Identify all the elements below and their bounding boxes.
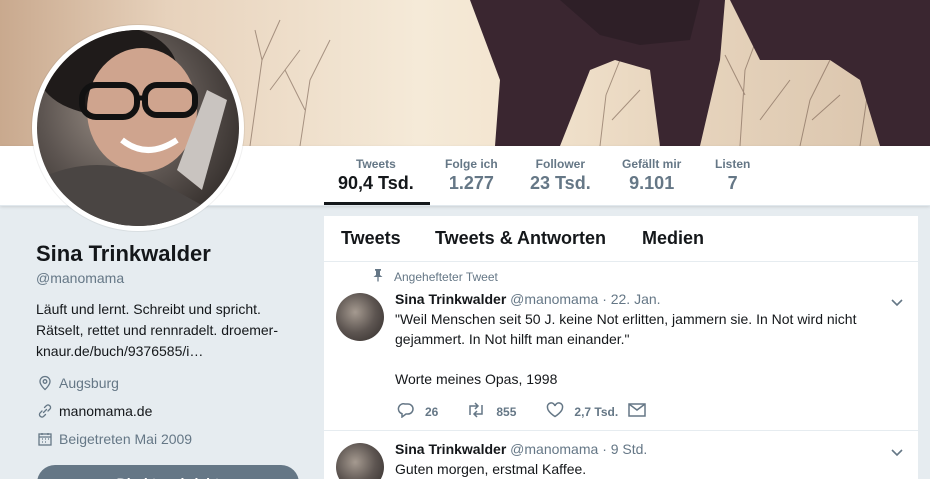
tab-media[interactable]: Medien <box>642 228 704 249</box>
tweet-header: Sina Trinkwalder @manomama · 22. Jan. <box>395 291 661 307</box>
retweet-button[interactable]: 855 <box>466 402 516 421</box>
stat-value: 1.277 <box>448 173 494 193</box>
tweet-text: Guten morgen, erstmal Kaffee. <box>395 461 587 477</box>
stat-value: 7 <box>727 173 738 193</box>
like-button[interactable]: 2,7 Tsd. <box>546 402 618 421</box>
retweet-count: 855 <box>496 404 517 419</box>
profile-location: Augsburg <box>36 374 119 392</box>
link-icon <box>36 402 54 420</box>
tweet-handle[interactable]: @manomama <box>510 291 598 307</box>
location-icon <box>36 374 54 392</box>
profile-name[interactable]: Sina Trinkwalder <box>36 240 306 268</box>
stat-label: Folge ich <box>445 157 498 171</box>
tweet-text: "Weil Menschen seit 50 J. keine Not erli… <box>395 311 857 387</box>
profile-avatar[interactable] <box>32 25 244 231</box>
tweet-avatar[interactable] <box>336 293 384 341</box>
stat-value: 23 Tsd. <box>530 173 591 193</box>
stat-likes[interactable]: Gefällt mir 9.101 <box>622 156 681 194</box>
calendar-icon <box>36 430 54 448</box>
profile-handle[interactable]: @manomama <box>36 270 306 286</box>
profile-bio: Läuft und lernt. Schreibt und spricht. R… <box>36 301 279 359</box>
timeline: Tweets Tweets & Antworten Medien Angehef… <box>324 216 918 479</box>
stat-label: Follower <box>535 157 586 171</box>
tweet-time[interactable]: · 9 Std. <box>602 441 647 457</box>
chevron-down-icon[interactable] <box>890 445 904 459</box>
avatar-image <box>37 30 239 226</box>
reply-count: 26 <box>425 404 439 419</box>
stat-label: Gefällt mir <box>622 157 682 171</box>
like-icon <box>546 402 564 421</box>
joined-text: Beigetreten Mai 2009 <box>59 431 193 447</box>
chevron-down-icon[interactable] <box>890 295 904 309</box>
tweet[interactable]: Angehefteter Tweet Sina Trinkwalder @man… <box>324 262 918 431</box>
stat-following[interactable]: Folge ich 1.277 <box>445 156 498 194</box>
reply-icon <box>397 402 415 421</box>
stat-followers[interactable]: Follower 23 Tsd. <box>530 156 591 194</box>
stat-label: Tweets <box>355 157 396 171</box>
tweet-avatar[interactable] <box>336 443 384 479</box>
tweet[interactable]: Sina Trinkwalder @manomama · 9 Std. Gute… <box>324 431 918 479</box>
tab-tweets[interactable]: Tweets <box>341 228 401 249</box>
stat-lists[interactable]: Listen 7 <box>715 156 750 194</box>
tweet-handle[interactable]: @manomama <box>510 441 598 457</box>
tweet-author[interactable]: Sina Trinkwalder <box>395 291 506 307</box>
tweet-actions: 26 855 2,7 Tsd. <box>397 402 646 421</box>
pin-icon <box>372 268 384 287</box>
stat-value: 9.101 <box>629 173 675 193</box>
location-text: Augsburg <box>59 375 119 391</box>
website-link[interactable]: manomama.de <box>59 403 152 419</box>
tweet-author[interactable]: Sina Trinkwalder <box>395 441 506 457</box>
active-tab-indicator <box>324 202 430 205</box>
stat-tweets[interactable]: Tweets 90,4 Tsd. <box>338 156 414 194</box>
profile-website: manomama.de <box>36 402 152 420</box>
stat-label: Listen <box>715 157 751 171</box>
profile-joined: Beigetreten Mai 2009 <box>36 430 192 448</box>
pinned-label: Angehefteter Tweet <box>394 270 498 284</box>
tweet-time[interactable]: · 22. Jan. <box>602 291 660 307</box>
retweet-icon <box>466 402 486 421</box>
dm-share-button[interactable] <box>628 403 646 420</box>
like-count: 2,7 Tsd. <box>574 404 619 419</box>
dm-icon <box>628 403 646 420</box>
stat-value: 90,4 Tsd. <box>338 173 414 193</box>
profile-card: Sina Trinkwalder @manomama Läuft und ler… <box>36 240 306 362</box>
direct-message-button[interactable]: Direktnachricht <box>37 465 299 479</box>
reply-button[interactable]: 26 <box>397 402 438 421</box>
tweet-header: Sina Trinkwalder @manomama · 9 Std. <box>395 441 647 457</box>
tab-tweets-replies[interactable]: Tweets & Antworten <box>435 228 606 249</box>
timeline-tabs: Tweets Tweets & Antworten Medien <box>324 216 918 262</box>
